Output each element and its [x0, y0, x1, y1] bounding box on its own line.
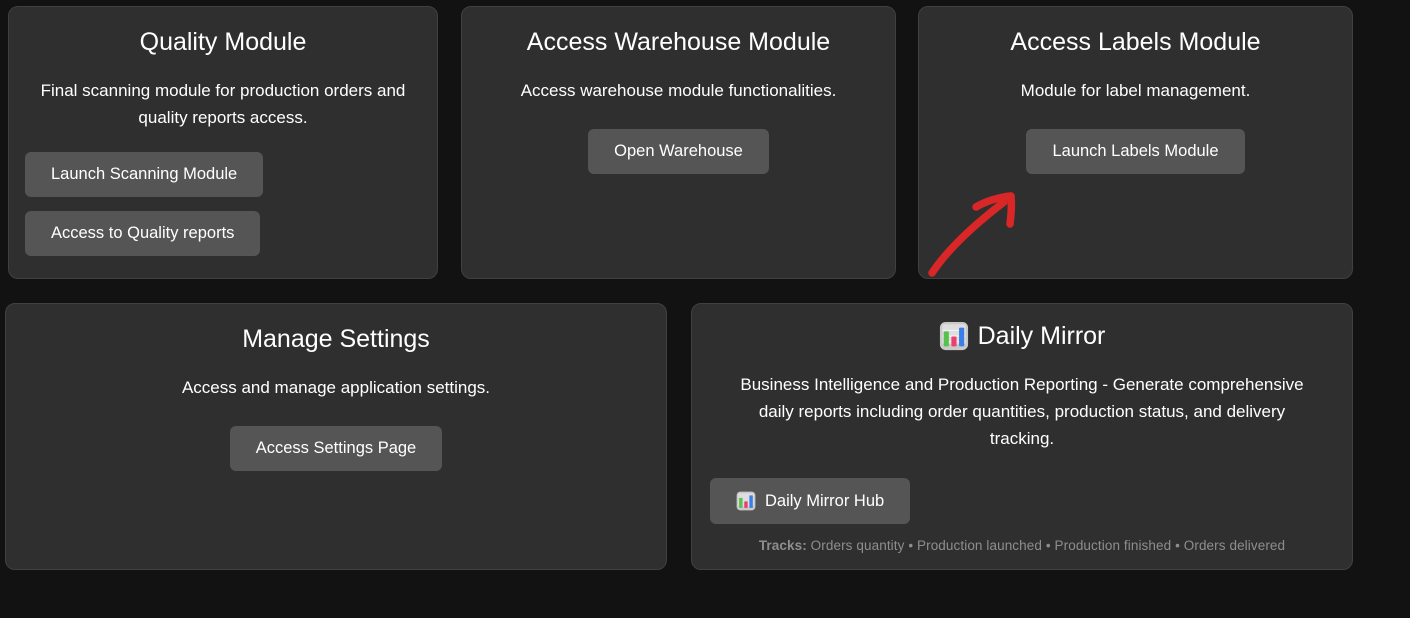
- manage-settings-title: Manage Settings: [22, 324, 650, 354]
- daily-mirror-hub-button-label: Daily Mirror Hub: [765, 492, 884, 511]
- warehouse-module-title: Access Warehouse Module: [478, 27, 879, 57]
- open-warehouse-button[interactable]: Open Warehouse: [588, 129, 769, 174]
- access-quality-reports-button[interactable]: Access to Quality reports: [25, 211, 260, 256]
- quality-module-buttons: Launch Scanning Module Access to Quality…: [25, 152, 421, 256]
- card-labels-module: Access Labels Module Module for label ma…: [918, 6, 1353, 279]
- quality-module-description: Final scanning module for production ord…: [25, 77, 421, 131]
- tracks-label: Tracks:: [759, 538, 807, 553]
- daily-mirror-hub-button[interactable]: Daily Mirror Hub: [710, 478, 910, 524]
- card-manage-settings: Manage Settings Access and manage applic…: [5, 303, 667, 570]
- tracks-items: Orders quantity • Production launched • …: [811, 538, 1285, 553]
- manage-settings-description: Access and manage application settings.: [22, 374, 650, 401]
- modules-dashboard: Quality Module Final scanning module for…: [0, 0, 1410, 618]
- quality-module-title: Quality Module: [25, 27, 421, 57]
- bar-chart-emoji-icon: [736, 491, 756, 511]
- card-daily-mirror: Daily Mirror Business Intelligence and P…: [691, 303, 1353, 570]
- labels-module-description: Module for label management.: [935, 77, 1336, 104]
- launch-labels-module-button[interactable]: Launch Labels Module: [1026, 129, 1244, 174]
- bar-chart-emoji-icon: [939, 321, 969, 351]
- daily-mirror-button-row: Daily Mirror Hub: [708, 478, 1336, 524]
- daily-mirror-title: Daily Mirror: [978, 321, 1106, 351]
- daily-mirror-tracks-line: Tracks: Orders quantity • Production lau…: [708, 538, 1336, 553]
- launch-scanning-module-button[interactable]: Launch Scanning Module: [25, 152, 263, 197]
- daily-mirror-title-row: Daily Mirror: [708, 321, 1336, 351]
- warehouse-module-description: Access warehouse module functionalities.: [478, 77, 879, 104]
- labels-module-title: Access Labels Module: [935, 27, 1336, 57]
- access-settings-page-button[interactable]: Access Settings Page: [230, 426, 443, 471]
- card-warehouse-module: Access Warehouse Module Access warehouse…: [461, 6, 896, 279]
- daily-mirror-description: Business Intelligence and Production Rep…: [708, 371, 1336, 452]
- card-quality-module: Quality Module Final scanning module for…: [8, 6, 438, 279]
